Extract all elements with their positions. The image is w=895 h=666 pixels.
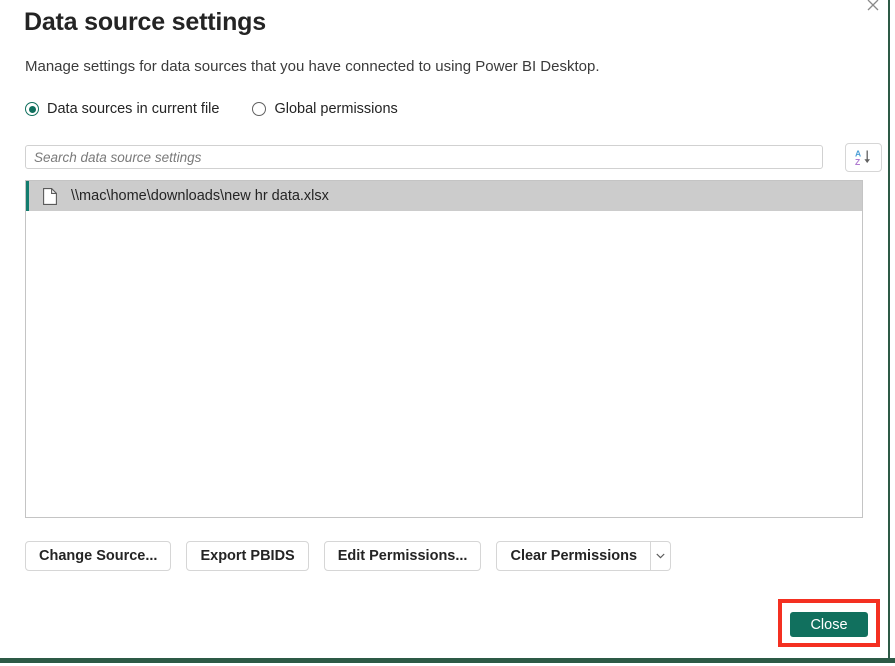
close-button[interactable]: Close — [790, 612, 868, 637]
selection-accent-bar — [26, 181, 29, 211]
svg-text:Z: Z — [855, 157, 860, 167]
search-input[interactable] — [25, 145, 823, 169]
clear-permissions-button[interactable]: Clear Permissions — [496, 541, 652, 571]
export-pbids-button[interactable]: Export PBIDS — [186, 541, 309, 571]
window-right-edge — [888, 0, 890, 660]
document-icon — [42, 187, 58, 205]
close-icon[interactable] — [860, 0, 886, 16]
action-button-bar: Change Source... Export PBIDS Edit Permi… — [25, 541, 672, 571]
clear-permissions-split-button: Clear Permissions — [496, 541, 672, 571]
data-source-settings-dialog: Data source settings Manage settings for… — [0, 0, 895, 666]
scope-radio-group: Data sources in current file Global perm… — [25, 101, 398, 117]
radio-unselected-icon — [252, 102, 267, 116]
data-source-list[interactable]: \\mac\home\downloads\new hr data.xlsx — [25, 180, 863, 518]
change-source-button[interactable]: Change Source... — [25, 541, 172, 571]
sort-az-descending-icon[interactable]: A Z — [845, 143, 882, 172]
list-item[interactable]: \\mac\home\downloads\new hr data.xlsx — [26, 181, 862, 211]
page-title: Data source settings — [24, 8, 266, 36]
radio-label: Global permissions — [274, 101, 398, 117]
radio-data-sources-in-current-file[interactable]: Data sources in current file — [25, 101, 219, 117]
window-bottom-edge — [0, 658, 895, 663]
dialog-description: Manage settings for data sources that yo… — [25, 58, 600, 75]
radio-selected-icon — [25, 102, 39, 116]
radio-global-permissions[interactable]: Global permissions — [252, 101, 398, 117]
edit-permissions-button[interactable]: Edit Permissions... — [323, 541, 482, 571]
chevron-down-icon[interactable] — [651, 541, 672, 571]
radio-label: Data sources in current file — [47, 101, 220, 117]
list-item-label: \\mac\home\downloads\new hr data.xlsx — [71, 188, 329, 204]
